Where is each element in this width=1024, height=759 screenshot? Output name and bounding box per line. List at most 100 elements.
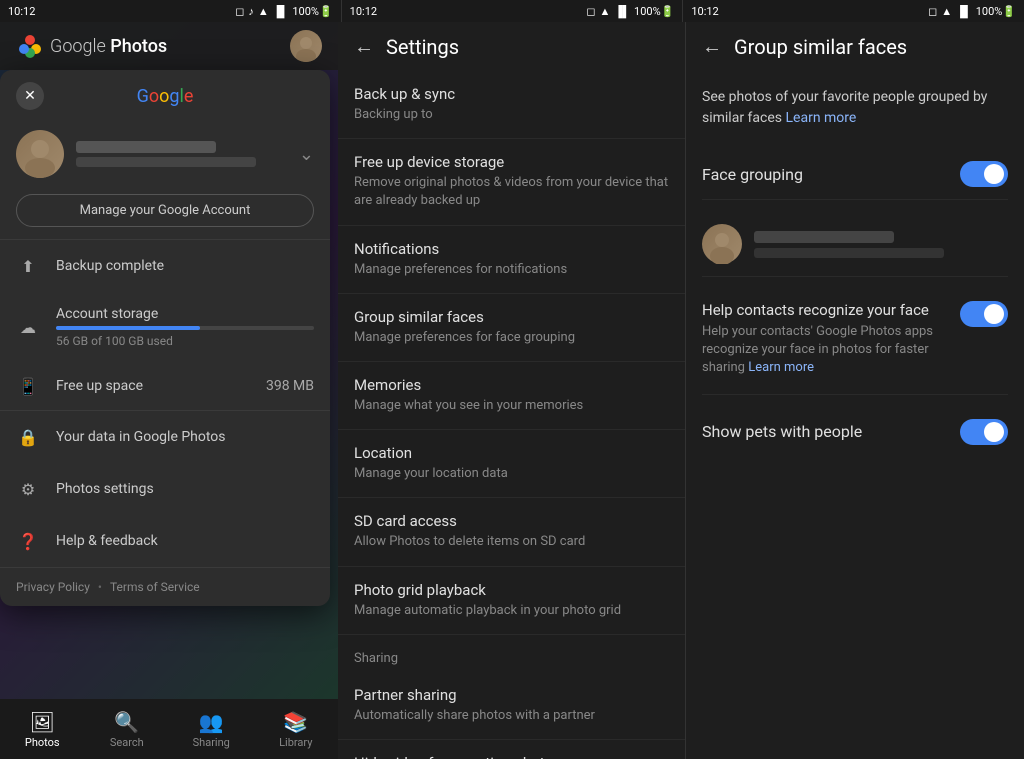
menu-item-free-space[interactable]: 📱 Free up space 398 MB [0,362,330,410]
learn-more-link-2[interactable]: Learn more [748,360,814,375]
user-avatar-header[interactable] [290,30,322,62]
face-user-email-redacted [754,248,944,258]
photos-app-header: Google Photos [0,22,338,70]
help-contacts-text: Help contacts recognize your face Help y… [702,301,960,382]
data-icon: 🔒 [16,425,40,449]
group-faces-back-button[interactable]: ← [702,34,722,59]
menu-item-account-storage[interactable]: ☁ Account storage 56 GB of 100 GB used [0,292,330,362]
face-grouping-toggle-label: Face grouping [702,165,803,184]
settings-title: Settings [386,35,459,59]
settings-list: Back up & sync Backing up to Free up dev… [338,71,685,759]
overlay-header: ✕ Google [0,70,330,122]
music-icon: ♪ [248,5,254,18]
photos-nav-label: Photos [25,736,60,749]
face-grouping-toggle-row: Face grouping [702,149,1008,200]
settings-item-memories[interactable]: Memories Manage what you see in your mem… [338,362,685,430]
library-nav-label: Library [279,736,312,749]
menu-item-your-data[interactable]: 🔒 Your data in Google Photos [0,411,330,463]
time-3: 10:12 [691,5,718,18]
nav-item-sharing[interactable]: 👥 Sharing [169,710,254,749]
google-account-overlay: ✕ Google ⌄ Manage your Google Account [0,70,330,606]
menu-item-backup[interactable]: ⬆ Backup complete [0,240,330,292]
settings-item-partner-sharing[interactable]: Partner sharing Automatically share phot… [338,672,685,740]
settings-item-photo-grid[interactable]: Photo grid playback Manage automatic pla… [338,567,685,635]
settings-item-backup[interactable]: Back up & sync Backing up to [338,71,685,139]
show-pets-toggle[interactable] [960,419,1008,445]
face-user-info [754,231,1008,258]
menu-item-photos-settings[interactable]: ⚙ Photos settings [0,463,330,515]
status-segment-3: 10:12 ◻ ▲ ▐▌ 100%🔋 [683,0,1024,22]
status-icons-2: ◻ ▲ ▐▌ 100%🔋 [586,5,674,18]
close-overlay-button[interactable]: ✕ [16,82,44,110]
signal-icon-3: ▐▌ [956,5,972,18]
footer-dot: • [98,580,102,594]
free-up-title: Free up device storage [354,153,669,171]
menu-backup-label: Backup complete [56,258,164,274]
settings-item-notifications[interactable]: Notifications Manage preferences for not… [338,226,685,294]
settings-item-sd-card[interactable]: SD card access Allow Photos to delete it… [338,498,685,566]
media-icon: ◻ [235,5,244,18]
photos-nav-icon: 🖼 [30,710,55,734]
gear-icon: ⚙ [16,477,40,501]
nav-item-search[interactable]: 🔍 Search [85,710,170,749]
storage-bar-track [56,326,314,330]
group-faces-content: See photos of your favorite people group… [686,71,1024,759]
help-contacts-row: Help contacts recognize your face Help y… [702,289,1008,395]
sharing-section-label: Sharing [338,635,685,672]
nav-item-library[interactable]: 📚 Library [254,710,339,749]
help-icon: ❓ [16,529,40,553]
privacy-policy-link[interactable]: Privacy Policy [16,580,90,594]
partner-sharing-desc: Automatically share photos with a partne… [354,707,669,725]
photos-icon-s2: ◻ [586,5,595,18]
partner-sharing-title: Partner sharing [354,686,669,704]
free-space-size: 398 MB [266,378,314,394]
face-grouping-desc: Manage preferences for face grouping [354,329,669,347]
sharing-nav-icon: 👥 [199,710,224,734]
wifi-icon-3: ▲ [941,5,952,18]
search-nav-icon: 🔍 [114,710,139,734]
face-grouping-title: Group similar faces [354,308,669,326]
group-faces-header: ← Group similar faces [686,22,1024,71]
time-1: 10:12 [8,5,35,18]
sharing-nav-label: Sharing [193,736,230,749]
face-user-name-redacted [754,231,894,243]
nav-item-photos[interactable]: 🖼 Photos [0,710,85,749]
menu-data-label: Your data in Google Photos [56,429,226,445]
account-chevron-button[interactable]: ⌄ [299,144,314,165]
free-space-left: 📱 Free up space [16,374,143,398]
account-info-section: ⌄ [0,122,330,194]
location-desc: Manage your location data [354,465,669,483]
show-pets-row: Show pets with people [702,407,1008,457]
phone-icon: 📱 [16,374,40,398]
backup-title: Back up & sync [354,85,669,103]
wifi-icon-2: ▲ [600,5,611,18]
free-space-label: Free up space [56,378,143,394]
settings-item-face-grouping[interactable]: Group similar faces Manage preferences f… [338,294,685,362]
terms-link[interactable]: Terms of Service [110,580,200,594]
help-contacts-toggle[interactable] [960,301,1008,327]
manage-account-button[interactable]: Manage your Google Account [16,194,314,227]
settings-item-hide-video[interactable]: Hide video from motion photos Other peop… [338,740,685,759]
storage-bar-fill [56,326,200,330]
group-faces-description: See photos of your favorite people group… [702,87,1008,129]
menu-item-help[interactable]: ❓ Help & feedback [0,515,330,567]
status-segment-1: 10:12 ◻ ♪ ▲ ▐▌ 100%🔋 [0,0,342,22]
storage-cloud-icon: ☁ [16,315,40,339]
face-grouping-toggle[interactable] [960,161,1008,187]
battery-2: 100%🔋 [634,5,674,18]
photos-logo-icon [16,32,44,60]
battery-3: 100%🔋 [976,5,1016,18]
sd-card-desc: Allow Photos to delete items on SD card [354,533,669,551]
time-2: 10:12 [350,5,377,18]
location-title: Location [354,444,669,462]
wifi-icon-1: ▲ [258,5,269,18]
settings-item-free-up[interactable]: Free up device storage Remove original p… [338,139,685,225]
photo-grid-desc: Manage automatic playback in your photo … [354,602,669,620]
notifications-title: Notifications [354,240,669,258]
settings-back-button[interactable]: ← [354,34,374,59]
face-user-avatar [702,224,742,264]
settings-item-location[interactable]: Location Manage your location data [338,430,685,498]
photos-logo-text: Google Photos [50,36,167,57]
search-nav-label: Search [110,736,144,749]
learn-more-link-1[interactable]: Learn more [786,110,857,126]
